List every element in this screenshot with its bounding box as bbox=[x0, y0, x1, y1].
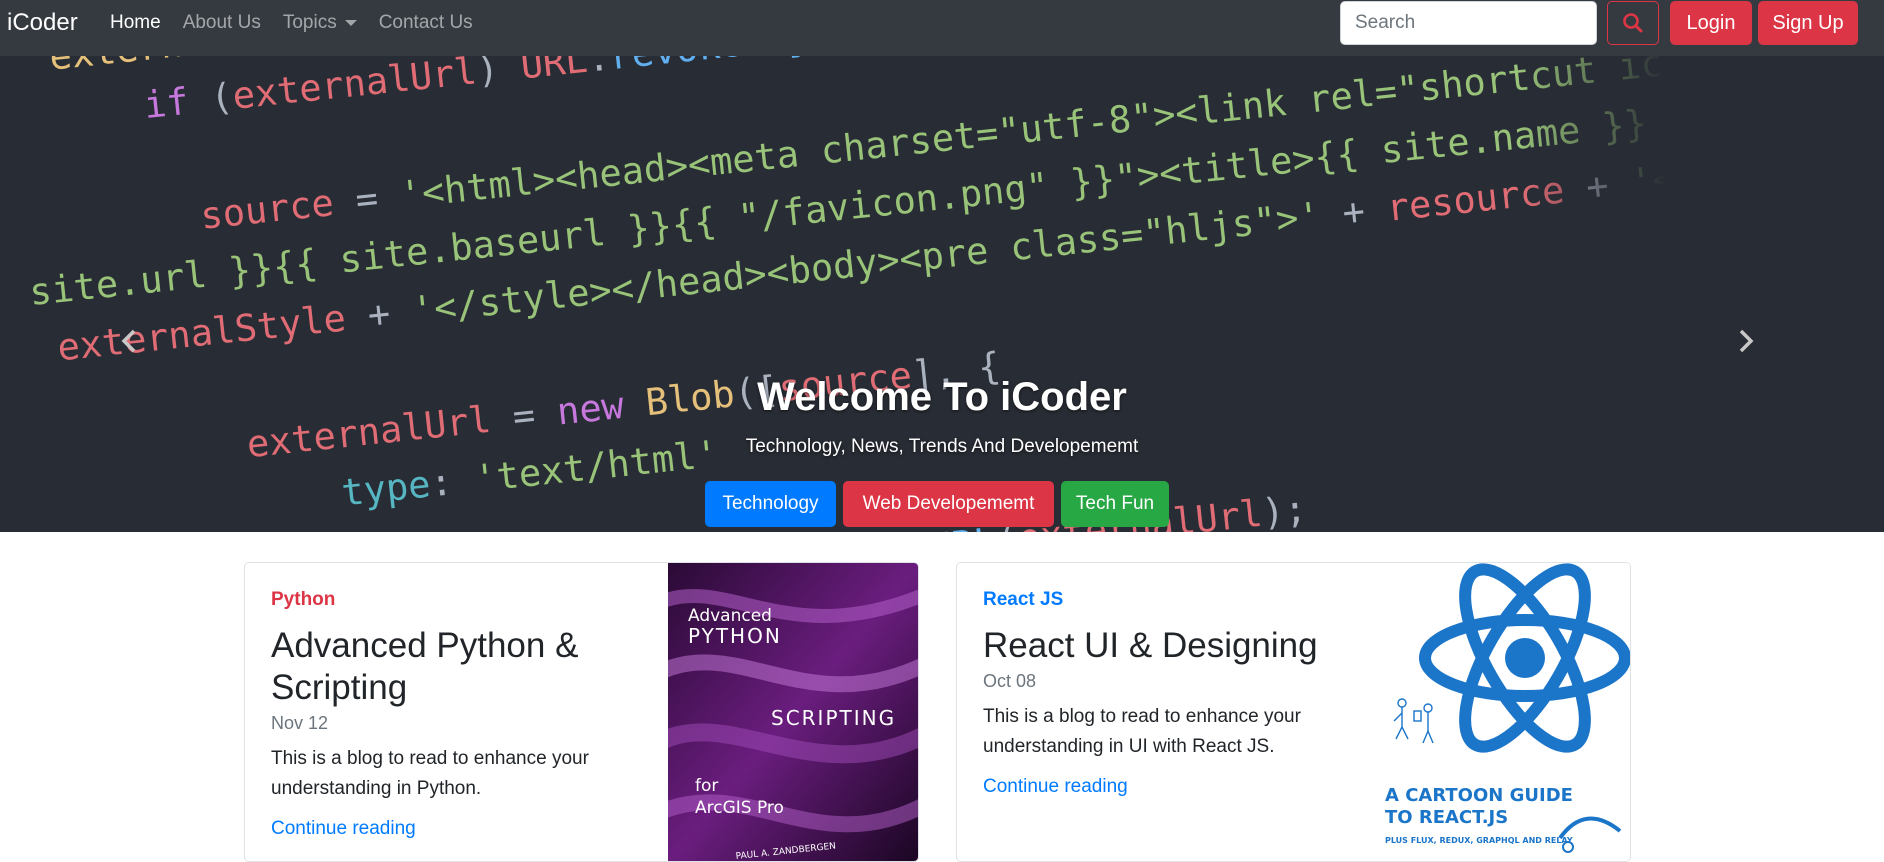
cover-text: PYTHON bbox=[688, 624, 782, 648]
card-body: Python Advanced Python & Scripting Nov 1… bbox=[271, 589, 631, 840]
react-book-cover[interactable]: A CARTOON GUIDE TO REACT.JS PLUS FLUX, R… bbox=[1380, 563, 1630, 862]
continue-reading-link[interactable]: Continue reading bbox=[271, 818, 631, 840]
cover-text: ArcGIS Pro bbox=[695, 798, 784, 818]
search-input[interactable] bbox=[1340, 1, 1597, 45]
card-text: This is a blog to read to enhance your u… bbox=[271, 744, 631, 804]
nav-link-contact[interactable]: Contact Us bbox=[379, 12, 473, 34]
continue-reading-link[interactable]: Continue reading bbox=[983, 776, 1343, 798]
hero-subtitle: Technology, News, Trends And Developemem… bbox=[0, 436, 1884, 458]
nav-link-topics[interactable]: Topics bbox=[283, 12, 357, 34]
carousel-next-icon[interactable] bbox=[1730, 326, 1760, 356]
nav-link-topics-label: Topics bbox=[283, 12, 337, 33]
hero-fade bbox=[1520, 46, 1884, 532]
card-title: Advanced Python & Scripting bbox=[271, 625, 631, 709]
card-date: Nov 12 bbox=[271, 713, 631, 734]
hero-title: Welcome To iCoder bbox=[0, 375, 1884, 420]
carousel-prev-icon[interactable] bbox=[115, 326, 145, 356]
search-button[interactable] bbox=[1607, 1, 1659, 45]
card-body: React JS React UI & Designing Oct 08 Thi… bbox=[983, 589, 1343, 798]
nav-link-home[interactable]: Home bbox=[110, 12, 161, 34]
nav-links: Home About Us Topics Contact Us bbox=[110, 0, 495, 46]
blog-card-python: Python Advanced Python & Scripting Nov 1… bbox=[244, 562, 919, 862]
tech-fun-button[interactable]: Tech Fun bbox=[1061, 481, 1169, 527]
web-development-button[interactable]: Web Developememt bbox=[843, 481, 1054, 527]
card-title: React UI & Designing bbox=[983, 625, 1343, 667]
cover-text: SCRIPTING bbox=[771, 706, 896, 730]
signup-button[interactable]: Sign Up bbox=[1758, 1, 1858, 45]
cover-text: PLUS FLUX, REDUX, GRAPHQL AND RELAY bbox=[1385, 836, 1573, 845]
cover-text: TO REACT.JS bbox=[1385, 807, 1508, 828]
hero-carousel: externalPreview = function( if (external… bbox=[0, 46, 1884, 532]
login-button[interactable]: Login bbox=[1670, 1, 1752, 45]
nav-link-about[interactable]: About Us bbox=[183, 12, 261, 34]
chevron-down-icon bbox=[345, 20, 357, 26]
card-date: Oct 08 bbox=[983, 671, 1343, 692]
hero-buttons: Technology Web Developememt Tech Fun bbox=[705, 481, 1176, 527]
card-category: React JS bbox=[983, 589, 1343, 611]
python-book-cover[interactable]: Advanced PYTHON SCRIPTING for ArcGIS Pro… bbox=[668, 563, 918, 862]
card-text: This is a blog to read to enhance your u… bbox=[983, 702, 1343, 762]
brand-logo[interactable]: iCoder bbox=[7, 8, 78, 38]
technology-button[interactable]: Technology bbox=[705, 481, 836, 527]
cover-text: for bbox=[695, 776, 718, 796]
blog-card-react: React JS React UI & Designing Oct 08 Thi… bbox=[956, 562, 1631, 862]
card-category: Python bbox=[271, 589, 631, 611]
cover-text: Advanced bbox=[688, 606, 772, 626]
navbar: iCoder Home About Us Topics Contact Us L… bbox=[0, 0, 1884, 56]
cover-text: A CARTOON GUIDE bbox=[1385, 785, 1573, 806]
search-icon bbox=[1622, 12, 1644, 34]
